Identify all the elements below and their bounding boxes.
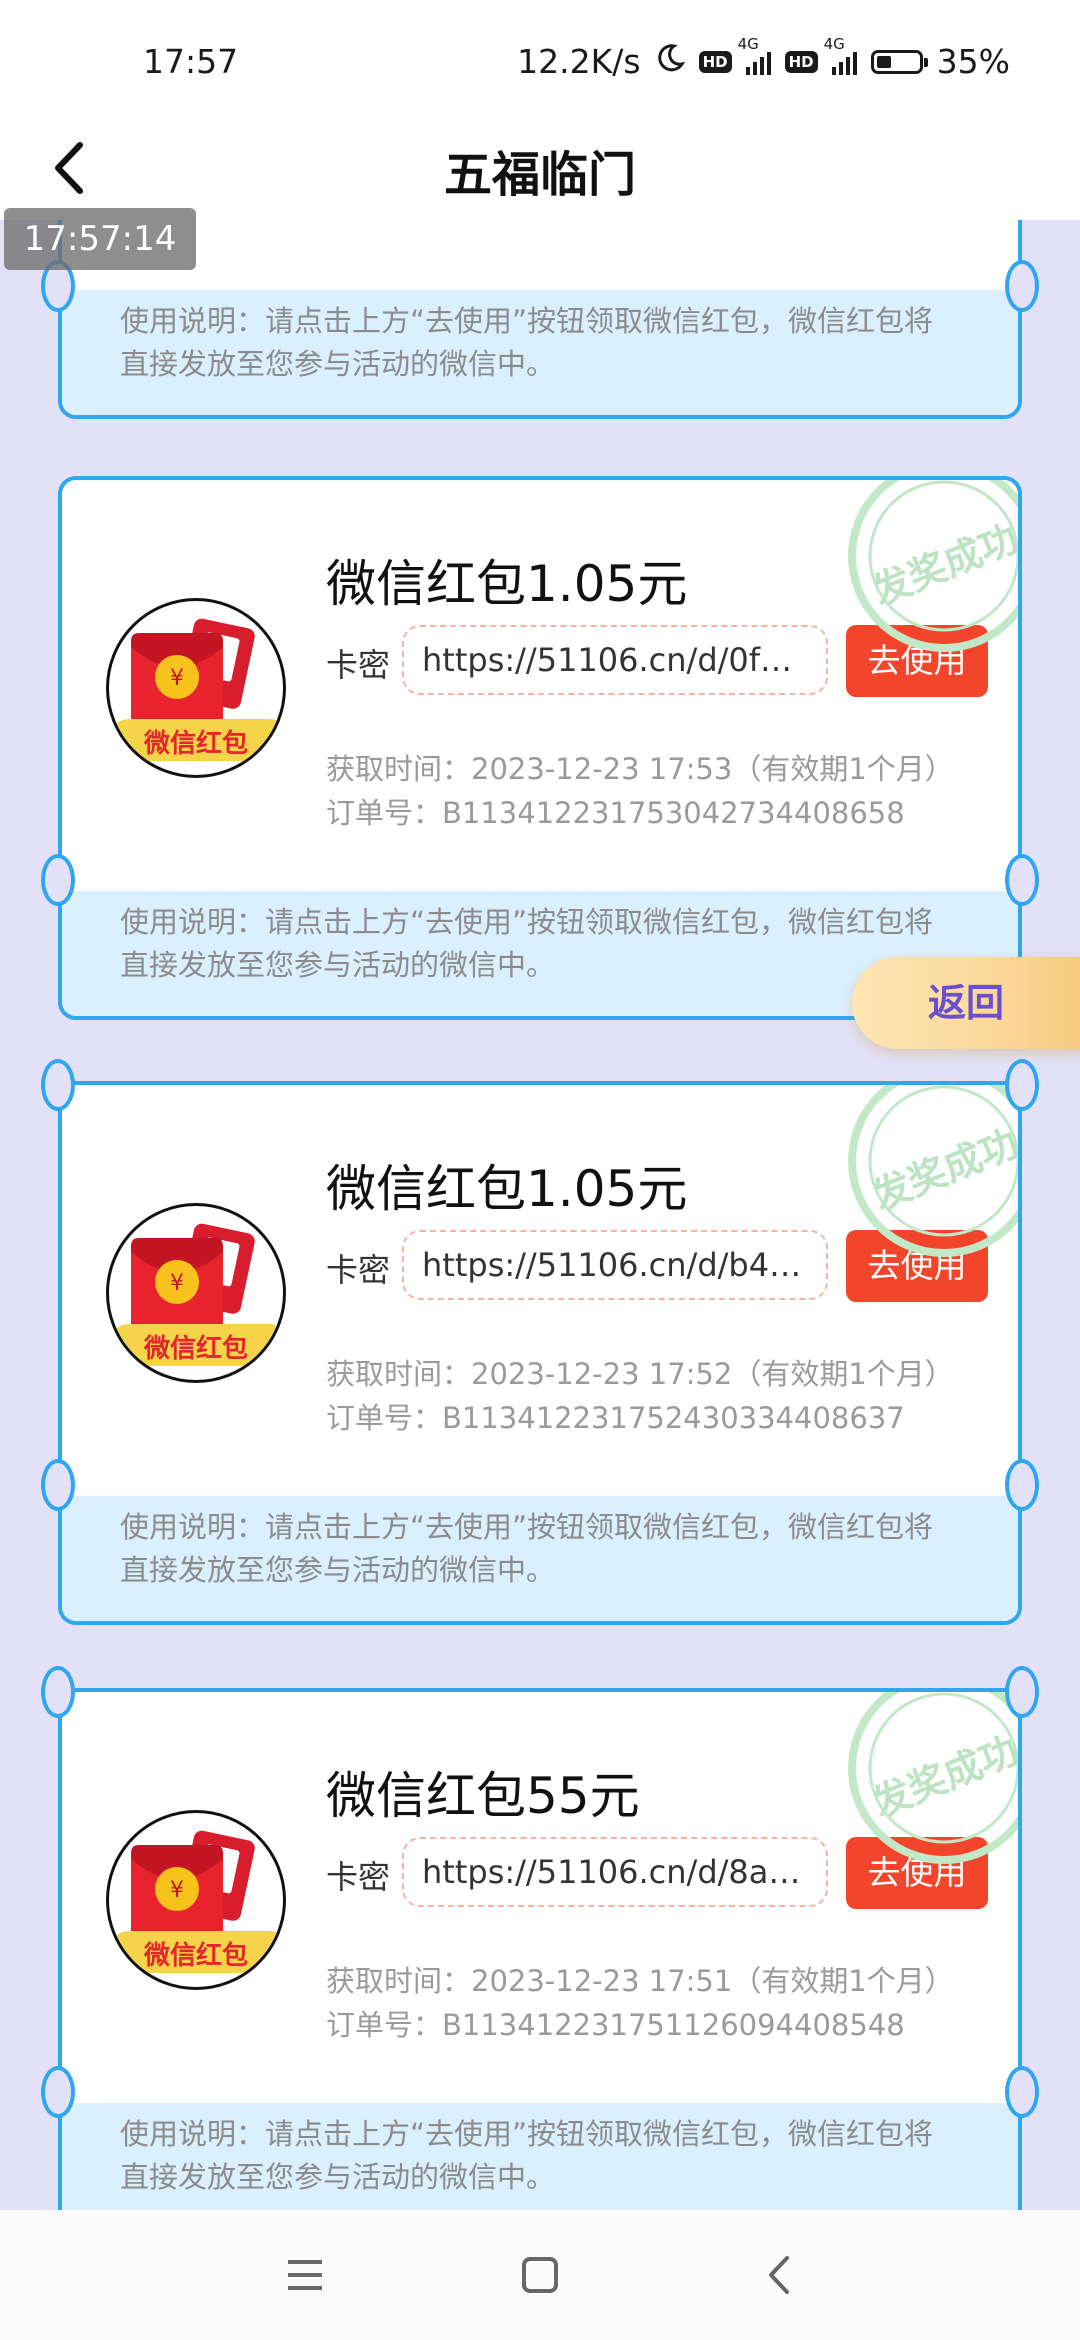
status-time: 17:57 <box>143 42 239 81</box>
card-notch <box>41 854 75 906</box>
card-notch <box>41 1666 75 1718</box>
icon-caption: 微信红包 <box>143 729 248 759</box>
icon-caption: 微信红包 <box>143 1941 248 1971</box>
card-code-label: 卡密 <box>326 646 391 684</box>
home-square-icon <box>522 2257 558 2293</box>
card-notch <box>41 1459 75 1511</box>
card-code-label: 卡密 <box>326 1858 391 1896</box>
card-notch <box>1005 2066 1039 2118</box>
coupon-card: ¥ 微信红包 微信红包55元 卡密 https://51106.cn/d/8a4… <box>58 1688 1022 2210</box>
obtain-time: 获取时间：2023-12-23 17:52（有效期1个月） <box>326 1357 954 1391</box>
status-bar: 17:57 12.2K/s HD 4G HD 4G 35% <box>0 0 1080 115</box>
nav-bar: 五福临门 <box>0 115 1080 220</box>
card-notch <box>41 2066 75 2118</box>
award-success-stamp: 发奖成功 <box>844 1085 1018 1261</box>
red-packet-icon: ¥ 微信红包 <box>106 1810 286 1990</box>
home-button[interactable] <box>505 2240 575 2310</box>
status-icons: 12.2K/s HD 4G HD 4G 35% <box>517 35 1010 82</box>
award-success-stamp: 发奖成功 <box>844 480 1018 656</box>
coupon-card-partial: 使用说明：请点击上方“去使用”按钮领取微信红包，微信红包将直接发放至您参与活动的… <box>58 220 1022 419</box>
obtain-time: 获取时间：2023-12-23 17:53（有效期1个月） <box>326 752 954 786</box>
card-notch <box>1005 854 1039 906</box>
svg-text:¥: ¥ <box>170 1878 184 1903</box>
coupon-title: 微信红包1.05元 <box>326 555 688 613</box>
card-code-link[interactable]: https://51106.cn/d/0fe5... <box>402 625 828 695</box>
svg-text:¥: ¥ <box>170 666 184 691</box>
obtain-time: 获取时间：2023-12-23 17:51（有效期1个月） <box>326 1964 954 1998</box>
coupon-list[interactable]: 使用说明：请点击上方“去使用”按钮领取微信红包，微信红包将直接发放至您参与活动的… <box>0 220 1080 2210</box>
red-packet-icon: ¥ 微信红包 <box>106 1203 286 1383</box>
battery-percent: 35% <box>936 42 1010 81</box>
card-notch <box>1005 260 1039 312</box>
card-notch <box>41 1059 75 1111</box>
usage-instructions: 使用说明：请点击上方“去使用”按钮领取微信红包，微信红包将直接发放至您参与活动的… <box>62 2103 1018 2210</box>
signal-4g-icon: 4G <box>738 35 771 75</box>
red-packet-icon: ¥ 微信红包 <box>106 598 286 778</box>
system-back-button[interactable] <box>745 2240 815 2310</box>
usage-instructions: 使用说明：请点击上方“去使用”按钮领取微信红包，微信红包将直接发放至您参与活动的… <box>62 290 1018 415</box>
battery-icon <box>870 49 928 74</box>
coupon-card: ¥ 微信红包 微信红包1.05元 卡密 https://51106.cn/d/b… <box>58 1081 1022 1625</box>
usage-instructions: 使用说明：请点击上方“去使用”按钮领取微信红包，微信红包将直接发放至您参与活动的… <box>62 1496 1018 1621</box>
coupon-title: 微信红包55元 <box>326 1767 640 1825</box>
signal-4g-icon: 4G <box>824 35 857 75</box>
return-float-button[interactable]: 返回 <box>852 957 1080 1049</box>
card-notch <box>1005 1666 1039 1718</box>
award-success-stamp: 发奖成功 <box>844 1692 1018 1868</box>
card-code-link[interactable]: https://51106.cn/d/b49... <box>402 1230 828 1300</box>
svg-text:¥: ¥ <box>170 1271 184 1296</box>
hd-badge: HD <box>784 50 818 73</box>
card-notch <box>1005 1059 1039 1111</box>
menu-button[interactable] <box>270 2240 340 2310</box>
hd-badge: HD <box>698 50 732 73</box>
card-code-label: 卡密 <box>326 1251 391 1289</box>
order-number: 订单号：B113412231753042734408658 <box>326 796 905 830</box>
card-code-link[interactable]: https://51106.cn/d/8a47... <box>402 1837 828 1907</box>
timestamp-overlay: 17:57:14 <box>4 208 196 270</box>
moon-icon <box>655 42 685 81</box>
system-navigation-bar <box>0 2210 1080 2340</box>
page-title: 五福临门 <box>443 147 636 203</box>
menu-icon <box>288 2260 322 2290</box>
card-notch <box>1005 1459 1039 1511</box>
order-number: 订单号：B113412231752430334408637 <box>326 1401 905 1435</box>
back-arrow-icon <box>769 2256 789 2294</box>
coupon-card: ¥ 微信红包 微信红包1.05元 卡密 https://51106.cn/d/0… <box>58 476 1022 1020</box>
icon-caption: 微信红包 <box>143 1334 248 1364</box>
network-speed: 12.2K/s <box>517 42 641 81</box>
coupon-title: 微信红包1.05元 <box>326 1160 688 1218</box>
order-number: 订单号：B113412231751126094408548 <box>326 2008 905 2042</box>
